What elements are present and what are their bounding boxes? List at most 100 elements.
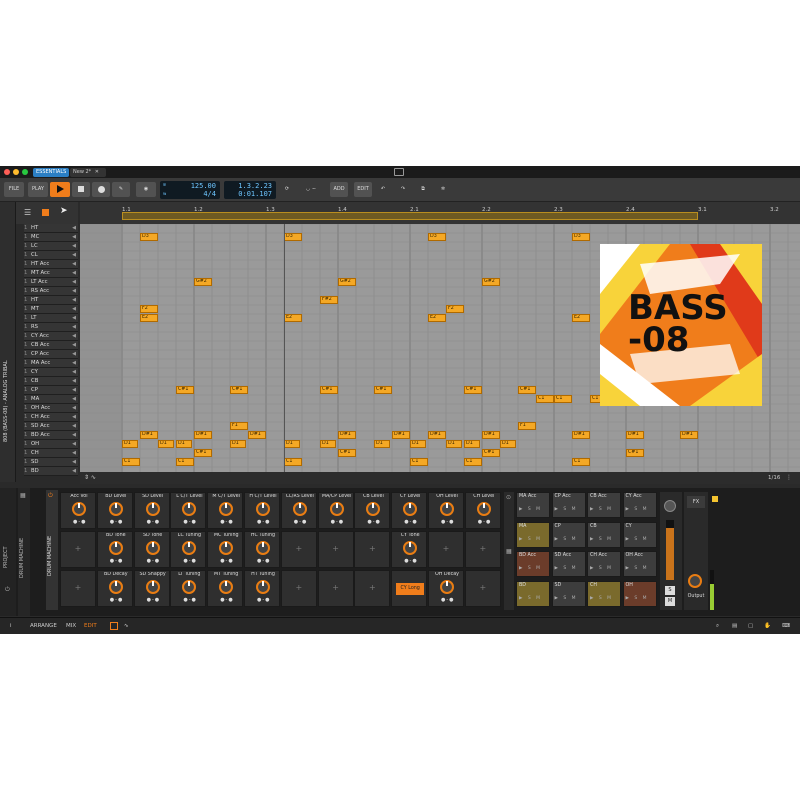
midi-note[interactable]: C#1 xyxy=(230,386,248,394)
macro-knob-cell[interactable]: CH Level ●-● xyxy=(464,492,501,529)
pad-controls[interactable]: ▶ S M xyxy=(590,596,613,601)
midi-note[interactable]: C#1 xyxy=(482,449,500,457)
macro-knob[interactable] xyxy=(403,541,418,555)
drum-pad[interactable]: OH Acc ▶ S M xyxy=(622,551,657,577)
midi-note[interactable]: C#1 xyxy=(518,386,536,394)
midi-note[interactable]: C1 xyxy=(176,458,194,466)
empty-knob-slot[interactable]: + xyxy=(428,531,464,568)
drum-pad[interactable]: CB Acc ▶ S M xyxy=(587,492,621,518)
midi-note[interactable]: E2 xyxy=(284,314,302,322)
macro-knob-cell[interactable]: MC Tuning ●-● xyxy=(207,531,244,568)
time-signature-value[interactable]: 4/4 xyxy=(203,190,216,198)
key-arrow-icon[interactable]: ◀ xyxy=(72,251,76,260)
automation-lane-icon[interactable]: ∿ xyxy=(124,623,129,629)
key-row[interactable]: 1 CP Acc ◀ xyxy=(24,350,78,359)
key-arrow-icon[interactable]: ◀ xyxy=(72,449,76,458)
mute-button[interactable]: M xyxy=(665,597,675,606)
macro-knob-cell[interactable]: Acc Vol ●-● xyxy=(60,492,96,529)
midi-note[interactable]: D#1 xyxy=(428,431,446,439)
modulation-dots-icon[interactable]: ●-● xyxy=(294,519,308,525)
macro-knob[interactable] xyxy=(440,502,454,516)
add-knob-icon[interactable]: + xyxy=(282,544,316,553)
macro-knob-cell[interactable]: OH Decay ●-● xyxy=(428,570,464,607)
midi-note[interactable]: C#1 xyxy=(320,386,338,394)
pad-grid-icon[interactable]: ▦ xyxy=(506,548,512,555)
macro-knob-cell[interactable]: CY Level ●-● xyxy=(391,492,428,529)
macro-knob[interactable] xyxy=(440,580,454,594)
macro-knob-cell[interactable]: BD Level ●-● xyxy=(96,492,133,529)
macro-knob-cell[interactable]: CY Long xyxy=(391,570,428,607)
file-button[interactable]: FILE xyxy=(4,182,24,197)
macro-knob[interactable] xyxy=(219,580,234,594)
modulation-dots-icon[interactable]: ●-● xyxy=(441,519,455,525)
timeline-ruler[interactable]: 1.1 1.2 1.3 1.4 2.1 2.2 2.3 2.4 3.1 3.2 xyxy=(80,202,800,224)
key-row[interactable]: 1 HT Acc ◀ xyxy=(24,260,78,269)
modulation-dots-icon[interactable]: ●-● xyxy=(404,558,418,564)
midi-note[interactable]: F2 xyxy=(140,305,158,313)
macro-knob-cell[interactable]: SD Level ●-● xyxy=(133,492,170,529)
empty-knob-slot[interactable]: + xyxy=(354,531,391,568)
pad-controls[interactable]: ▶ S M xyxy=(519,566,542,571)
macro-knob-cell[interactable]: CY Tone ●-● xyxy=(391,531,428,568)
macro-knob-cell[interactable]: BD Tone ●-● xyxy=(96,531,133,568)
chain-icon[interactable]: ▦ xyxy=(20,492,26,499)
key-row[interactable]: 1 OH Acc ◀ xyxy=(24,404,78,413)
cy-long-toggle[interactable]: CY Long xyxy=(396,583,425,595)
modulation-dots-icon[interactable]: ●-● xyxy=(367,519,381,525)
key-row[interactable]: 1 RS Acc ◀ xyxy=(24,287,78,296)
zoom-icon[interactable]: ⇕ ∿ xyxy=(84,474,96,481)
key-row[interactable]: 1 LC ◀ xyxy=(24,242,78,251)
pad-controls[interactable]: ▶ S M xyxy=(519,507,542,512)
add-knob-icon[interactable]: + xyxy=(61,583,95,592)
grid-menu-icon[interactable]: ⋮ xyxy=(786,474,792,481)
midi-note[interactable]: D#1 xyxy=(248,431,266,439)
midi-note[interactable]: D#1 xyxy=(140,431,158,439)
macro-knob[interactable] xyxy=(182,502,197,516)
keyboard-icon[interactable]: ⌨ xyxy=(782,623,790,629)
key-arrow-icon[interactable]: ◀ xyxy=(72,404,76,413)
modulation-dots-icon[interactable]: ●-● xyxy=(147,558,161,564)
macro-knob[interactable] xyxy=(145,580,160,594)
key-arrow-icon[interactable]: ◀ xyxy=(72,314,76,323)
modulation-dots-icon[interactable]: ●-● xyxy=(257,597,271,603)
key-row[interactable]: 1 LT ◀ xyxy=(24,314,78,323)
pad-controls[interactable]: ▶ S M xyxy=(555,507,578,512)
modulation-dots-icon[interactable]: ●-● xyxy=(404,519,418,525)
close-window-icon[interactable] xyxy=(4,169,10,175)
midi-note[interactable]: D1 xyxy=(158,440,174,448)
midi-note[interactable]: C#1 xyxy=(176,386,194,394)
mix-knob[interactable] xyxy=(664,500,676,512)
macro-knob-cell[interactable]: LC Tuning ●-● xyxy=(170,531,207,568)
midi-note[interactable]: D1 xyxy=(500,440,516,448)
macro-knob-cell[interactable]: MT Tuning ●-● xyxy=(207,570,244,607)
browser-icon[interactable]: ▤ xyxy=(732,623,737,629)
midi-note[interactable]: D#1 xyxy=(482,431,500,439)
macro-knob-cell[interactable]: CB Level ●-● xyxy=(354,492,391,529)
macro-knob-cell[interactable]: OH Level ●-● xyxy=(428,492,464,529)
midi-note[interactable]: D1 xyxy=(284,440,300,448)
midi-note[interactable]: D#1 xyxy=(338,431,356,439)
key-arrow-icon[interactable]: ◀ xyxy=(72,305,76,314)
macro-knob-cell[interactable]: SD Tone ●-● xyxy=(133,531,170,568)
midi-note[interactable]: F#2 xyxy=(320,296,338,304)
key-arrow-icon[interactable]: ◀ xyxy=(72,431,76,440)
key-arrow-icon[interactable]: ◀ xyxy=(72,260,76,269)
key-arrow-icon[interactable]: ◀ xyxy=(72,224,76,233)
macro-knob-cell[interactable]: LT Tuning ●-● xyxy=(170,570,207,607)
midi-note[interactable]: C#1 xyxy=(338,449,356,457)
macro-knob[interactable] xyxy=(108,502,123,516)
midi-note[interactable]: E2 xyxy=(428,314,446,322)
key-arrow-icon[interactable]: ◀ xyxy=(72,341,76,350)
drum-pad[interactable]: SD ▶ S M xyxy=(551,580,586,607)
drum-pad[interactable]: BD ▶ S M xyxy=(516,580,550,607)
key-row[interactable]: 1 CH ◀ xyxy=(24,449,78,458)
midi-note[interactable]: F2 xyxy=(446,305,464,313)
macro-knob[interactable] xyxy=(256,502,270,516)
key-arrow-icon[interactable]: ◀ xyxy=(72,458,76,467)
drum-pad[interactable]: SD Acc ▶ S M xyxy=(551,551,586,577)
key-row[interactable]: 1 CH Acc ◀ xyxy=(24,413,78,422)
midi-note[interactable]: C1 xyxy=(554,395,572,403)
key-row[interactable]: 1 MA ◀ xyxy=(24,395,78,404)
add-knob-icon[interactable]: + xyxy=(61,544,95,553)
macro-knob[interactable] xyxy=(182,580,197,594)
